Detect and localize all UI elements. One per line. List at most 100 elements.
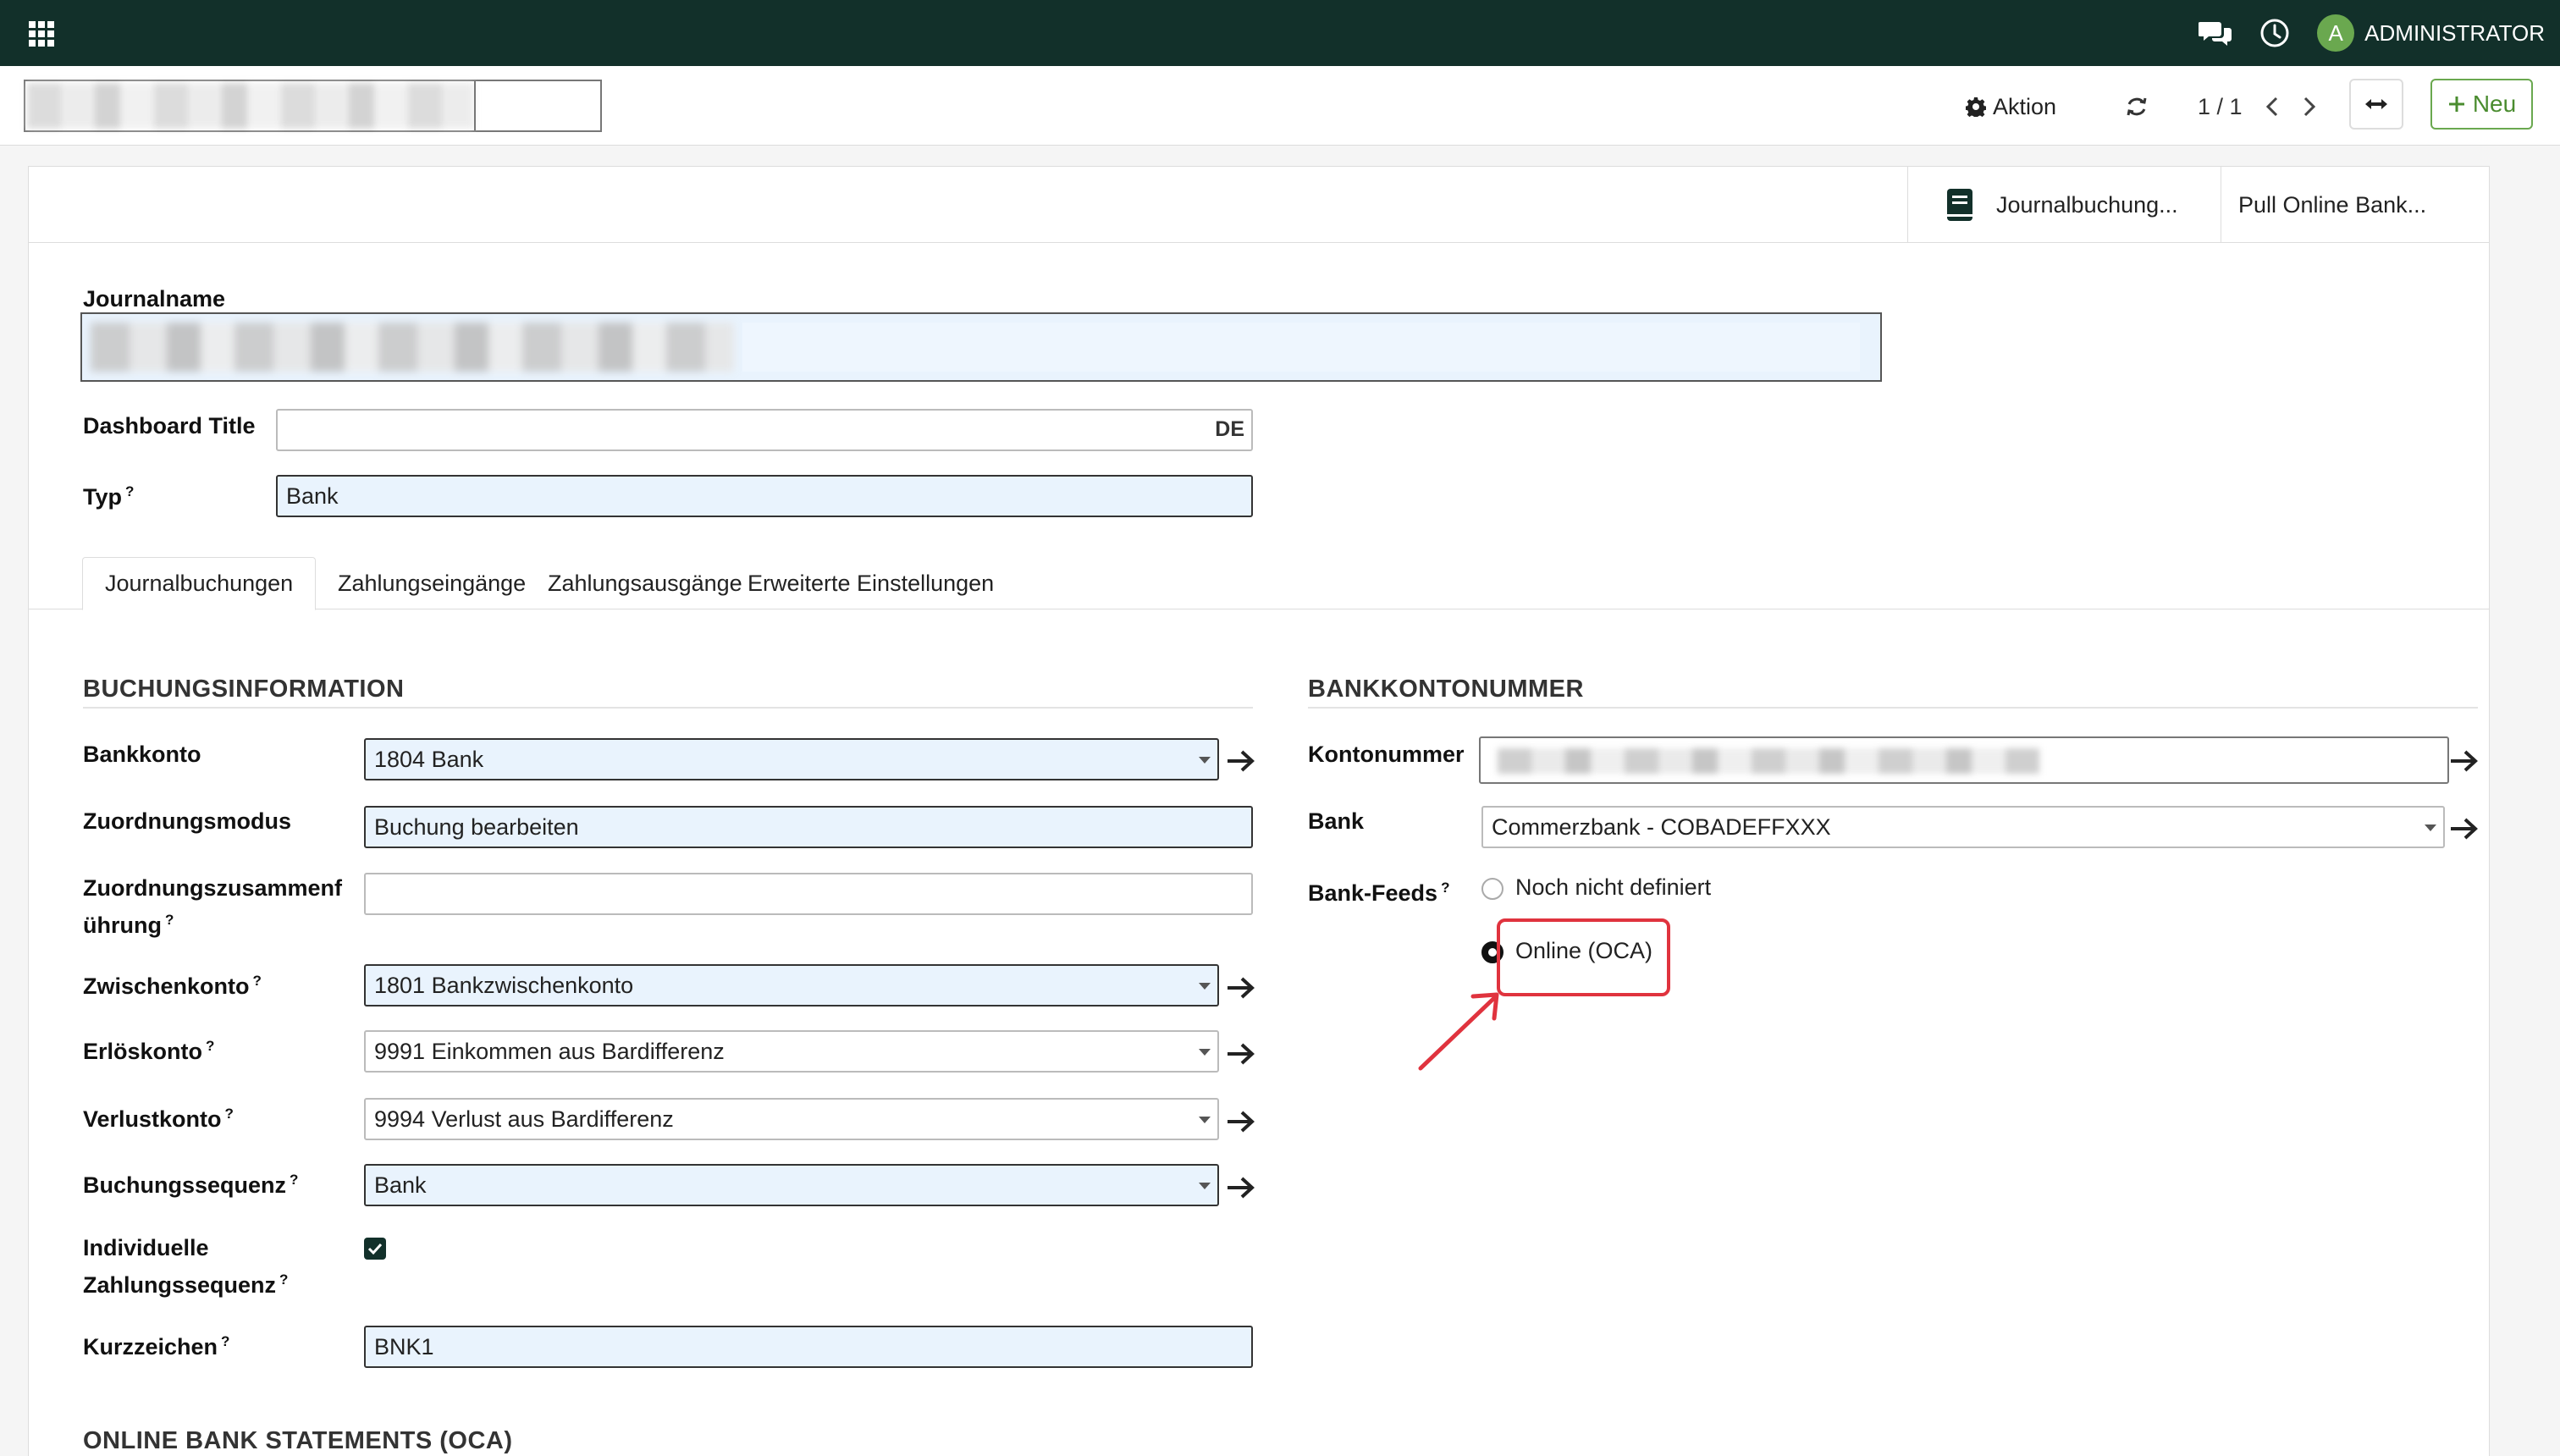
zuordnungsmodus-value: Buchung bearbeiten	[374, 813, 579, 840]
user-menu[interactable]: A ADMINISTRATOR	[2317, 14, 2545, 52]
verlustkonto-select[interactable]: 9994 Verlust aus Bardifferenz	[364, 1098, 1219, 1140]
help-icon[interactable]: ?	[225, 1106, 234, 1122]
apps-menu-icon[interactable]	[29, 21, 54, 47]
zwischenkonto-label: Zwischenkonto?	[83, 973, 262, 999]
zuordnungsmodus-select[interactable]: Buchung bearbeiten	[364, 806, 1253, 848]
chevron-down-icon	[1199, 1049, 1211, 1056]
annotation-highlight-box	[1497, 918, 1670, 996]
refresh-icon[interactable]	[2120, 88, 2154, 125]
breadcrumb-redacted	[27, 83, 474, 129]
journalname-redacted	[91, 323, 734, 372]
bank-label: Bank	[1308, 808, 1365, 834]
expand-arrows-icon	[2365, 99, 2387, 109]
buchungssequenz-select[interactable]: Bank	[364, 1164, 1219, 1206]
kontonummer-redacted	[1498, 748, 2039, 774]
pager-value[interactable]: 1 / 1	[2198, 94, 2243, 120]
gear-icon	[1966, 97, 1986, 117]
journalname-input[interactable]	[80, 312, 1882, 382]
help-icon[interactable]: ?	[165, 912, 174, 928]
pager: 1 / 1	[2198, 88, 2317, 125]
typ-value: Bank	[286, 483, 339, 509]
dashboard-title-label: Dashboard Title	[83, 413, 256, 438]
expand-button[interactable]	[2349, 79, 2403, 130]
kurzzeichen-input[interactable]: BNK1	[364, 1326, 1253, 1368]
new-button[interactable]: Neu	[2430, 79, 2533, 130]
internal-link-arrow-icon[interactable]	[1224, 745, 1256, 777]
zwischenkonto-value: 1801 Bankzwischenkonto	[374, 972, 634, 998]
buchungssequenz-value: Bank	[374, 1172, 427, 1198]
erloeskonto-label: Erlöskonto?	[83, 1038, 215, 1064]
tab-advanced-settings[interactable]: Erweiterte Einstellungen	[726, 557, 1016, 609]
annotation-arrow-icon	[1418, 992, 1499, 1071]
chevron-down-icon	[1199, 757, 1211, 764]
chevron-down-icon	[2425, 825, 2436, 831]
kurzzeichen-label: Kurzzeichen?	[83, 1333, 230, 1359]
help-icon[interactable]: ?	[290, 1172, 298, 1188]
verlustkonto-label: Verlustkonto?	[83, 1106, 234, 1132]
oca-section-title: ONLINE BANK STATEMENTS (OCA)	[83, 1427, 513, 1454]
action-button[interactable]: Aktion	[1966, 88, 2056, 125]
help-icon[interactable]: ?	[1441, 880, 1449, 896]
zuordnungszusammenfuehrung-label: Zuordnungszusammenf ührung?	[83, 875, 343, 938]
language-badge[interactable]: DE	[1215, 417, 1244, 442]
control-panel: Aktion 1 / 1 Neu	[0, 66, 2560, 146]
user-name: ADMINISTRATOR	[2364, 19, 2545, 46]
help-icon[interactable]: ?	[253, 973, 262, 989]
journal-entries-label: Journalbuchung...	[1996, 191, 2178, 218]
kontonummer-label: Kontonummer	[1308, 742, 1465, 767]
top-right-area: A ADMINISTRATOR	[2199, 0, 2545, 66]
bank-feeds-radio-undefined[interactable]	[1481, 878, 1503, 900]
avatar: A	[2317, 14, 2355, 52]
erloeskonto-value: 9991 Einkommen aus Bardifferenz	[374, 1038, 725, 1064]
top-navbar: A ADMINISTRATOR	[0, 0, 2560, 66]
buchungssequenz-label: Buchungssequenz?	[83, 1172, 299, 1198]
kontonummer-input[interactable]	[1479, 736, 2449, 784]
zuordnungszusammenfuehrung-input[interactable]	[364, 873, 1253, 915]
clock-icon[interactable]	[2258, 16, 2292, 50]
internal-link-arrow-icon[interactable]	[2447, 813, 2480, 845]
zuordnungsmodus-label: Zuordnungsmodus	[83, 808, 291, 834]
check-icon	[367, 1243, 383, 1255]
pull-online-bank-button[interactable]: Pull Online Bank...	[2221, 167, 2489, 243]
chat-icon[interactable]	[2199, 16, 2232, 50]
bank-value: Commerzbank - COBADEFFXXX	[1492, 813, 1831, 840]
bank-account-section-title: BANKKONTONUMMER	[1308, 676, 1584, 703]
help-icon[interactable]: ?	[279, 1271, 288, 1288]
bankkonto-label: Bankkonto	[83, 742, 201, 767]
typ-label: Typ?	[83, 483, 135, 510]
bank-feeds-option-undefined[interactable]: Noch nicht definiert	[1515, 874, 1711, 901]
breadcrumb[interactable]	[24, 80, 602, 132]
bank-feeds-label: Bank-Feeds?	[1308, 880, 1450, 906]
journalname-label: Journalname	[83, 286, 226, 312]
chevron-down-icon	[1199, 1117, 1211, 1123]
erloeskonto-select[interactable]: 9991 Einkommen aus Bardifferenz	[364, 1030, 1219, 1073]
help-icon[interactable]: ?	[125, 483, 134, 499]
tab-journal-entries[interactable]: Journalbuchungen	[82, 557, 317, 610]
plus-icon	[2448, 97, 2464, 112]
bank-select[interactable]: Commerzbank - COBADEFFXXX	[1481, 806, 2445, 848]
action-label: Aktion	[1993, 93, 2057, 119]
typ-select[interactable]: Bank	[276, 475, 1253, 517]
help-icon[interactable]: ?	[221, 1333, 229, 1349]
dashboard-title-input[interactable]: DE	[276, 409, 1253, 451]
help-icon[interactable]: ?	[206, 1038, 214, 1054]
chevron-down-icon	[1199, 983, 1211, 990]
journal-entries-button[interactable]: Journalbuchung...	[1907, 167, 2221, 243]
internal-link-arrow-icon[interactable]	[1224, 1172, 1256, 1204]
internal-link-arrow-icon[interactable]	[1224, 1106, 1256, 1138]
bankkonto-select[interactable]: 1804 Bank	[364, 738, 1219, 780]
kurzzeichen-value: BNK1	[374, 1333, 434, 1359]
smart-button-box: Journalbuchung... Pull Online Bank...	[29, 167, 2489, 243]
internal-link-arrow-icon[interactable]	[2447, 745, 2480, 777]
internal-link-arrow-icon[interactable]	[1224, 972, 1256, 1004]
chevron-right-icon[interactable]	[2302, 96, 2317, 118]
zwischenkonto-select[interactable]: 1801 Bankzwischenkonto	[364, 964, 1219, 1007]
individuelle-zahlungssequenz-label: Individuelle Zahlungssequenz?	[83, 1235, 289, 1298]
internal-link-arrow-icon[interactable]	[1224, 1038, 1256, 1070]
pull-online-bank-label: Pull Online Bank...	[2238, 191, 2427, 218]
chevron-left-icon[interactable]	[2265, 96, 2280, 118]
chevron-down-icon	[1199, 1183, 1211, 1189]
booking-section-title: BUCHUNGSINFORMATION	[83, 676, 405, 703]
individuelle-zahlungssequenz-checkbox[interactable]	[364, 1238, 386, 1260]
tab-incoming-payments[interactable]: Zahlungseingänge	[316, 557, 548, 609]
